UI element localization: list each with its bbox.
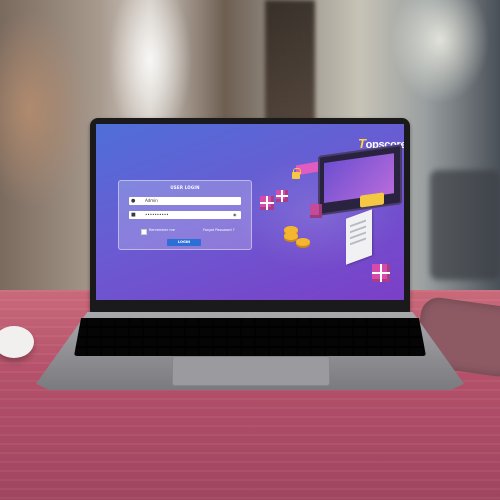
illustration-receipt <box>346 209 372 265</box>
password-field[interactable]: ■ •••••••••• ◉ <box>129 211 241 219</box>
background-chair <box>430 170 500 280</box>
remember-label: Remember me <box>149 228 175 232</box>
eye-icon[interactable]: ◉ <box>233 212 238 218</box>
illustration-gift-icon <box>276 190 288 202</box>
illustration-gift-icon <box>372 264 390 282</box>
forgot-password-link[interactable]: Forgot Password ? <box>203 228 235 232</box>
username-field[interactable]: ● Admin <box>129 197 241 205</box>
login-panel: USER LOGIN ● Admin ■ •••••••••• ◉ Rememb… <box>118 180 252 250</box>
laptop-keyboard <box>74 318 426 356</box>
illustration-lock-icon <box>292 172 300 179</box>
laptop-touchpad <box>172 356 330 386</box>
remember-checkbox[interactable] <box>141 229 147 235</box>
photo-scene: Topscore USER LOGIN ● Admin ■ ••••••••••… <box>0 0 500 500</box>
illustration-coin <box>284 232 298 240</box>
password-value: •••••••••• <box>145 212 169 217</box>
username-value: Admin <box>145 198 158 203</box>
laptop-screen: Topscore USER LOGIN ● Admin ■ ••••••••••… <box>96 124 404 300</box>
user-icon: ● <box>131 198 136 204</box>
login-button[interactable]: LOGIN <box>167 239 201 246</box>
lock-icon: ■ <box>131 212 136 218</box>
illustration-gift-icon <box>310 204 322 218</box>
login-title: USER LOGIN <box>170 185 200 190</box>
illustration-coin <box>296 238 310 246</box>
illustration-gift-icon <box>260 196 274 210</box>
